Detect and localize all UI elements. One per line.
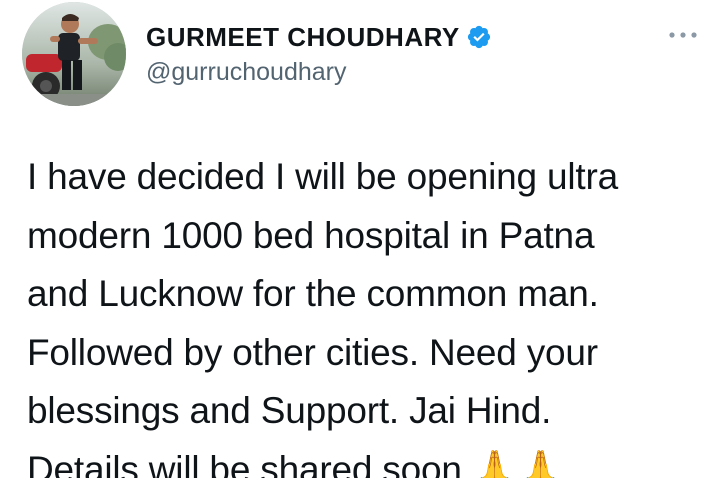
author-display-name[interactable]: GURMEET CHOUDHARY	[146, 22, 460, 53]
avatar-photo	[22, 2, 126, 106]
author-handle[interactable]: @gurruchoudhary	[146, 58, 347, 87]
tweet-text: I have decided I will be opening ultra m…	[27, 148, 717, 478]
tweet-text-line: modern 1000 bed hospital in Patna	[27, 214, 595, 256]
tweet-text-line: Followed by other cities. Need your	[27, 331, 598, 373]
tweet-card: GURMEET CHOUDHARY @gurruchoudhary I have…	[0, 0, 718, 478]
author-avatar[interactable]	[22, 2, 126, 106]
tweet-text-line: blessings and Support. Jai Hind.	[27, 390, 552, 431]
tweet-text-line: Details will be shared soon 🙏🙏	[27, 448, 564, 478]
tweet-text-line: I have decided I will be opening ultra	[27, 156, 618, 197]
author-name-row[interactable]: GURMEET CHOUDHARY	[146, 20, 492, 54]
more-options-button[interactable]	[660, 20, 706, 50]
tweet-text-line: and Lucknow for the common man.	[27, 273, 599, 314]
more-options-icon	[669, 32, 697, 38]
verified-badge-icon	[466, 24, 492, 50]
